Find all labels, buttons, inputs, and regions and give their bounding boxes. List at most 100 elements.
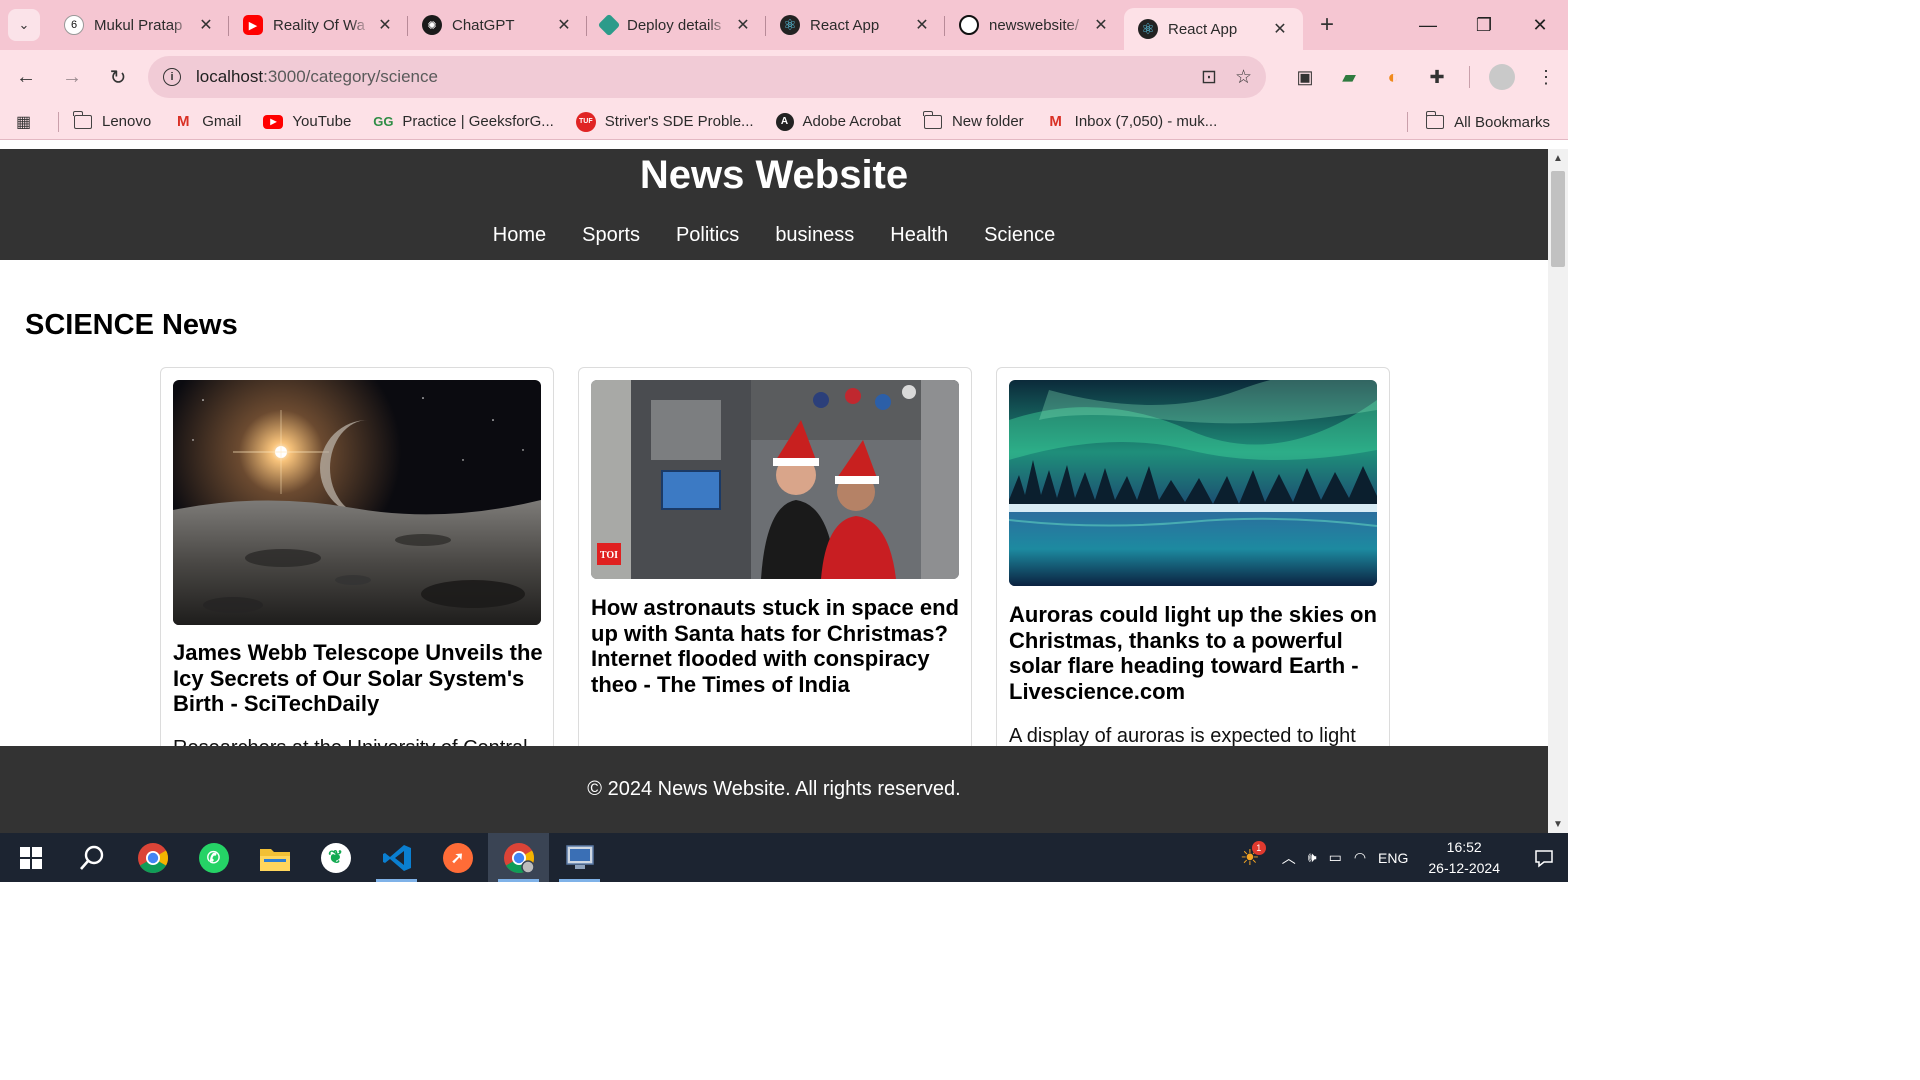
- browser-tab[interactable]: ▶ Reality Of Wa ✕: [229, 0, 408, 50]
- close-tab-icon[interactable]: ✕: [734, 15, 752, 35]
- restore-icon[interactable]: ❐: [1456, 0, 1512, 50]
- nav-link-science[interactable]: Science: [966, 224, 1073, 247]
- tab-search-button[interactable]: ⌄: [8, 9, 40, 41]
- battery-icon[interactable]: ▭: [1329, 849, 1342, 866]
- page-scrollbar[interactable]: ▲ ▼: [1548, 149, 1568, 833]
- taskbar-remote-desktop[interactable]: [549, 833, 610, 882]
- close-window-icon[interactable]: ✕: [1512, 0, 1568, 50]
- article-title[interactable]: James Webb Telescope Unveils the Icy Sec…: [173, 640, 543, 717]
- bookmark-lenovo[interactable]: Lenovo: [73, 110, 151, 130]
- wifi-icon[interactable]: ◠: [1354, 849, 1366, 866]
- chrome-profile-icon: [503, 842, 535, 874]
- bookmark-label: New folder: [951, 113, 1024, 130]
- extension-wallet-icon[interactable]: ▰: [1327, 57, 1371, 97]
- nav-link-politics[interactable]: Politics: [658, 224, 757, 247]
- bookmark-inbox[interactable]: M Inbox (7,050) - muk...: [1046, 113, 1217, 130]
- bookmark-adobe-acrobat[interactable]: A Adobe Acrobat: [775, 112, 901, 131]
- taskbar-search-button[interactable]: [61, 833, 122, 882]
- toi-badge: TOI: [600, 550, 618, 561]
- taskbar-chrome[interactable]: [122, 833, 183, 882]
- browser-tab-active[interactable]: ⚛ React App ✕: [1124, 8, 1303, 50]
- tab-title: Deploy details: [627, 16, 722, 34]
- apps-grid-icon[interactable]: ▦: [16, 112, 48, 132]
- close-tab-icon[interactable]: ✕: [1271, 19, 1289, 39]
- scroll-down-arrow-icon[interactable]: ▼: [1548, 815, 1568, 833]
- mongodb-compass-icon: ❦: [320, 842, 351, 873]
- bookmark-striver[interactable]: TUF Striver's SDE Proble...: [575, 111, 754, 132]
- bookmark-new-folder[interactable]: New folder: [923, 110, 1024, 130]
- tab-title: Mukul Pratap: [94, 16, 183, 34]
- folder-icon: [923, 110, 942, 129]
- browser-toolbar: ← → ↻ i localhost:3000/category/science …: [0, 50, 1568, 104]
- weather-widget[interactable]: ☀ 1: [1240, 840, 1266, 871]
- geeksforgeeks-icon: GG: [373, 114, 394, 129]
- astronauts-santa-hats-image[interactable]: TOI: [591, 380, 959, 579]
- volume-icon[interactable]: 🕪: [1308, 849, 1317, 866]
- browser-tab[interactable]: ⚛ React App ✕: [766, 0, 945, 50]
- new-tab-button[interactable]: +: [1309, 7, 1345, 43]
- article-card[interactable]: TOI How astronauts stuck in space end up…: [578, 367, 972, 787]
- gmail-icon: M: [1049, 113, 1062, 130]
- close-tab-icon[interactable]: ✕: [376, 15, 394, 35]
- taskbar-mongodb-compass[interactable]: ❦: [305, 833, 366, 882]
- site-info-button[interactable]: i: [152, 68, 192, 86]
- threads-favicon-icon: 6: [64, 15, 84, 35]
- moon-landscape-image[interactable]: [173, 380, 541, 625]
- show-hidden-icons-chevron-up-icon[interactable]: ︿: [1282, 848, 1296, 868]
- taskbar-postman[interactable]: ➚: [427, 833, 488, 882]
- close-tab-icon[interactable]: ✕: [555, 15, 573, 35]
- bookmark-label: Striver's SDE Proble...: [604, 113, 754, 130]
- browser-tab[interactable]: 6 Mukul Pratap ✕: [50, 0, 229, 50]
- notification-center-icon[interactable]: [1520, 833, 1568, 882]
- forward-button[interactable]: →: [52, 57, 92, 97]
- url-text[interactable]: localhost:3000/category/science: [196, 67, 438, 87]
- bookmark-geeksforgeeks[interactable]: GG Practice | GeeksforG...: [373, 113, 554, 130]
- article-card[interactable]: Auroras could light up the skies on Chri…: [996, 367, 1390, 787]
- bookmark-gmail[interactable]: M Gmail: [173, 113, 241, 130]
- profile-avatar[interactable]: [1480, 57, 1524, 97]
- youtube-favicon-icon: ▶: [243, 15, 263, 35]
- taskbar-chrome-profile[interactable]: [488, 833, 549, 882]
- gmail-icon: M: [176, 113, 190, 130]
- chrome-menu-icon[interactable]: ⋮: [1524, 57, 1568, 97]
- url-path: :3000/category/science: [263, 67, 438, 86]
- taskbar-whatsapp[interactable]: ✆: [183, 833, 244, 882]
- scrollbar-thumb[interactable]: [1551, 171, 1565, 267]
- taskbar-vscode[interactable]: [366, 833, 427, 882]
- picture-in-picture-icon[interactable]: ▣: [1283, 57, 1327, 97]
- minimize-icon[interactable]: —: [1400, 0, 1456, 50]
- nav-link-health[interactable]: Health: [872, 224, 966, 247]
- close-tab-icon[interactable]: ✕: [913, 15, 931, 35]
- aurora-forest-image[interactable]: [1009, 380, 1377, 586]
- reload-button[interactable]: ↻: [98, 57, 138, 97]
- address-bar[interactable]: i localhost:3000/category/science ⊡ ☆: [148, 56, 1266, 98]
- article-title[interactable]: Auroras could light up the skies on Chri…: [1009, 602, 1379, 704]
- back-button[interactable]: ←: [6, 57, 46, 97]
- nav-link-home[interactable]: Home: [475, 224, 564, 247]
- start-button[interactable]: [0, 833, 61, 882]
- install-app-icon[interactable]: ⊡: [1201, 66, 1217, 89]
- weather-alert-badge: 1: [1251, 840, 1266, 855]
- site-header: News Website Home Sports Politics busine…: [0, 149, 1548, 260]
- article-card[interactable]: James Webb Telescope Unveils the Icy Sec…: [160, 367, 554, 787]
- close-tab-icon[interactable]: ✕: [1092, 15, 1110, 35]
- input-language[interactable]: ENG: [1378, 850, 1408, 866]
- bookmark-star-icon[interactable]: ☆: [1235, 66, 1252, 89]
- extension-orange-icon[interactable]: ◐: [1371, 57, 1415, 97]
- browser-tab[interactable]: ✺ ChatGPT ✕: [408, 0, 587, 50]
- taskbar-file-explorer[interactable]: [244, 833, 305, 882]
- bookmark-youtube[interactable]: ▶ YouTube: [263, 113, 351, 130]
- scroll-up-arrow-icon[interactable]: ▲: [1548, 149, 1568, 167]
- article-title[interactable]: How astronauts stuck in space end up wit…: [591, 595, 961, 697]
- browser-tab[interactable]: Deploy details ✕: [587, 0, 766, 50]
- all-bookmarks-button[interactable]: All Bookmarks: [1425, 104, 1550, 140]
- taskbar-clock[interactable]: 16:52 26-12-2024: [1428, 837, 1500, 879]
- nav-link-sports[interactable]: Sports: [564, 224, 658, 247]
- extensions-puzzle-icon[interactable]: ✚: [1415, 57, 1459, 97]
- browser-tab[interactable]: newswebsite/ ✕: [945, 0, 1124, 50]
- tuf-icon: TUF: [575, 111, 596, 132]
- nav-link-business[interactable]: business: [757, 224, 872, 247]
- close-tab-icon[interactable]: ✕: [197, 15, 215, 35]
- react-favicon-icon: ⚛: [780, 15, 800, 35]
- acrobat-icon: A: [775, 112, 794, 131]
